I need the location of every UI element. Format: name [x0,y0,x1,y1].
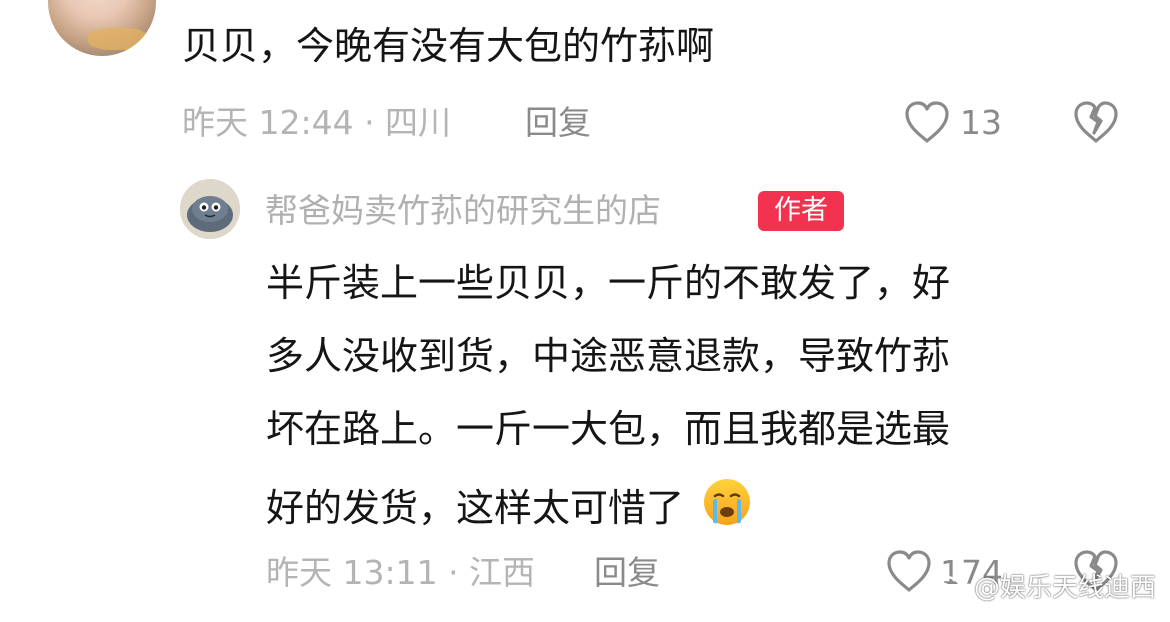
comment-text: 贝贝，今晚有没有大包的竹荪啊 [182,24,715,68]
heart-outline-icon[interactable] [903,100,951,144]
like-count: 13 [960,103,1002,142]
watermark-text: @娱乐天线迪西 [973,572,1156,603]
heart-outline-icon[interactable] [885,549,933,593]
reply-time-location: 昨天 13:11 · 江西 [266,553,536,592]
broken-heart-icon[interactable] [1072,100,1120,144]
crying-emoji-icon [702,477,752,539]
comment-time-location: 昨天 12:44 · 四川 [182,103,452,142]
reply-author-name[interactable]: 帮爸妈卖竹荪的研究生的店 [265,189,661,233]
reply-reply-button[interactable]: 回复 [594,551,660,595]
weibo-logo-icon [928,567,968,608]
reply-text-line-4: 好的发货，这样太可惜了 [266,477,752,539]
watermark: @娱乐天线迪西 [928,567,1156,608]
reply-text-line-1: 半斤装上一些贝贝，一斤的不敢发了，好 [266,261,951,305]
reply-text-line-4-text: 好的发货，这样太可惜了 [266,486,685,530]
author-badge: 作者 [758,191,844,231]
reply-text-line-3: 坏在路上。一斤一大包，而且我都是选最 [266,407,951,451]
reply-text-line-2: 多人没收到货，中途恶意退款，导致竹荪 [266,334,951,378]
reply-avatar[interactable] [180,179,240,239]
reply-avatar-image [180,179,240,239]
reply-button[interactable]: 回复 [525,101,591,145]
avatar[interactable] [48,0,156,56]
